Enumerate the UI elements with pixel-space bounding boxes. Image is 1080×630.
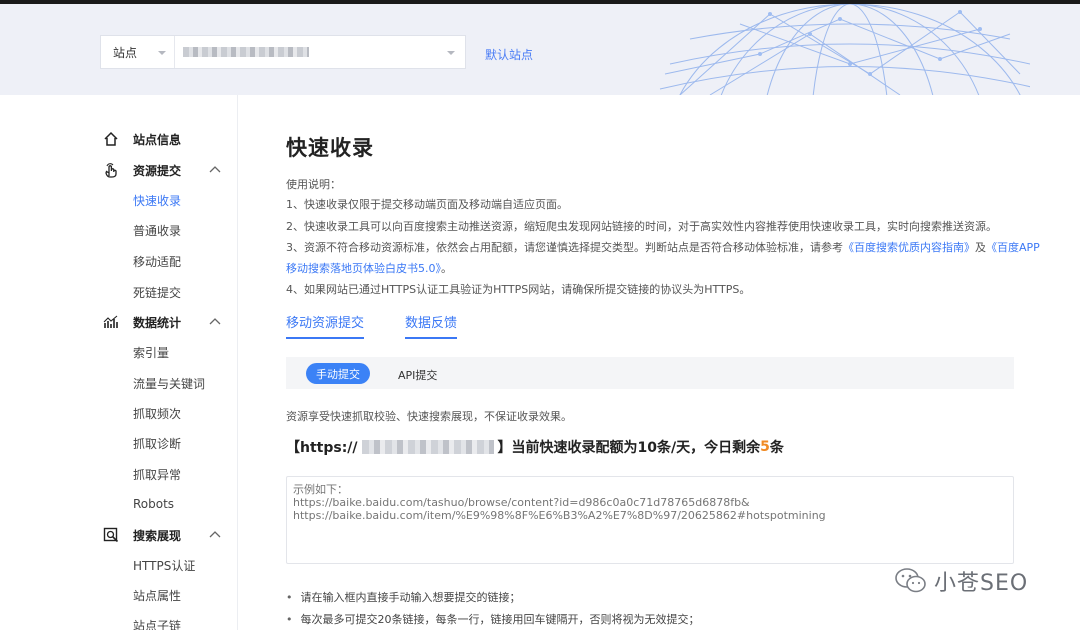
- site-type-dropdown[interactable]: 站点: [101, 36, 175, 68]
- watermark: 小苍SEO: [894, 565, 1028, 597]
- usage-note-1: 1、快速收录仅限于提交移动端页面及移动端自适应页面。: [286, 198, 568, 211]
- chevron-down-icon: [158, 51, 166, 55]
- quality-guide-link[interactable]: 《百度搜索优质内容指南》: [843, 241, 975, 254]
- usage-note-2: 2、快速收录工具可以向百度搜索主动推送资源，缩短爬虫发现网站链接的时间，对于高实…: [286, 220, 997, 233]
- search-doc-icon: [102, 526, 120, 544]
- sidebar-item-normal-index[interactable]: 普通收录: [133, 222, 181, 239]
- sidebar-group-search-display[interactable]: 搜索展现: [102, 525, 222, 545]
- sidebar-item-traffic-keywords[interactable]: 流量与关键词: [133, 375, 205, 392]
- blurred-site-url: [183, 47, 309, 57]
- rule-item: 每次最多可提交20条链接，每条一行，链接用回车键隔开，否则将视为无效提交；: [286, 611, 700, 627]
- wechat-icon: [895, 568, 926, 593]
- sidebar-item-robots[interactable]: Robots: [133, 497, 174, 511]
- sidebar-item-site-sublinks[interactable]: 站点子链: [133, 617, 181, 630]
- home-icon: [102, 130, 120, 148]
- submit-hint: 资源享受快速抓取校验、快速搜索展现，不保证收录效果。: [286, 410, 572, 423]
- submit-method-tabs: 手动提交 API提交: [286, 357, 1014, 389]
- landing-page-whitepaper-link-cont[interactable]: 移动搜索落地页体验白皮书5.0》: [286, 262, 441, 275]
- quota-line: 【https:// 】当前快速收录配额为10条/天，今日剩余 5 条: [286, 437, 784, 457]
- site-url-dropdown[interactable]: [175, 36, 465, 68]
- quota-prefix: 【https://: [286, 440, 358, 456]
- chevron-up-icon: [209, 318, 221, 325]
- landing-page-whitepaper-link[interactable]: 《百度APP: [986, 241, 1040, 254]
- url-input-textarea[interactable]: [286, 476, 1014, 564]
- usage-note-3-cont: 移动搜索落地页体验白皮书5.0》。: [286, 260, 452, 276]
- chevron-up-icon: [209, 531, 221, 538]
- bar-chart-icon: [102, 313, 120, 331]
- site-type-label: 站点: [113, 45, 138, 60]
- page-title: 快速收录: [286, 136, 374, 160]
- sidebar-item-dead-link[interactable]: 死链提交: [133, 284, 181, 301]
- blurred-site-url: [361, 440, 494, 454]
- watermark-text: 小苍SEO: [934, 571, 1029, 596]
- sidebar-item-site-info[interactable]: 站点信息: [102, 129, 222, 149]
- sidebar-item-site-attributes[interactable]: 站点属性: [133, 587, 181, 604]
- sidebar-group-data-stats[interactable]: 数据统计: [102, 312, 222, 332]
- header-banner: 站点 默认站点: [0, 4, 1080, 95]
- chevron-up-icon: [209, 166, 221, 173]
- usage-title: 使用说明：: [286, 178, 341, 191]
- quota-remaining: 5: [760, 439, 770, 455]
- usage-note-4: 4、如果网站已通过HTTPS认证工具验证为HTTPS网站，请确保所提交链接的协议…: [286, 283, 751, 296]
- sidebar-group-resource-submit[interactable]: 资源提交: [102, 160, 222, 180]
- sidebar-item-index-count[interactable]: 索引量: [133, 344, 169, 361]
- quota-suffix: 条: [769, 440, 784, 456]
- sidebar-item-fast-index[interactable]: 快速收录: [133, 192, 181, 209]
- globe-decoration: [659, 4, 1030, 95]
- sidebar-item-mobile-adapt[interactable]: 移动适配: [133, 253, 181, 270]
- manual-submit-tab[interactable]: 手动提交: [306, 363, 370, 384]
- hand-pointer-icon: [102, 161, 120, 179]
- usage-note-3: 3、资源不符合移动资源标准，依然会占用配额，请您谨慎选择提交类型。判断站点是否符…: [286, 239, 1040, 255]
- sidebar-item-https-cert[interactable]: HTTPS认证: [133, 557, 195, 574]
- chevron-down-icon: [447, 51, 455, 55]
- default-site-link[interactable]: 默认站点: [485, 46, 533, 63]
- sidebar-item-crawl-frequency[interactable]: 抓取频次: [133, 405, 181, 422]
- quota-text: 】当前快速收录配额为10条/天，今日剩余: [497, 440, 761, 456]
- tab-mobile-resource-submit[interactable]: 移动资源提交: [286, 312, 365, 339]
- sidebar-item-crawl-diagnosis[interactable]: 抓取诊断: [133, 435, 181, 452]
- sidebar-item-crawl-errors[interactable]: 抓取异常: [133, 466, 181, 483]
- usage-note-3-end: 。: [441, 262, 452, 275]
- usage-note-3-conj: 及: [975, 241, 986, 254]
- tab-data-feedback[interactable]: 数据反馈: [405, 312, 458, 339]
- site-selector[interactable]: 站点: [100, 35, 466, 69]
- usage-note-3-text: 3、资源不符合移动资源标准，依然会占用配额，请您谨慎选择提交类型。判断站点是否符…: [286, 241, 843, 254]
- api-submit-tab[interactable]: API提交: [398, 367, 437, 383]
- rule-item: 请在输入框内直接手动输入想要提交的链接；: [286, 589, 521, 605]
